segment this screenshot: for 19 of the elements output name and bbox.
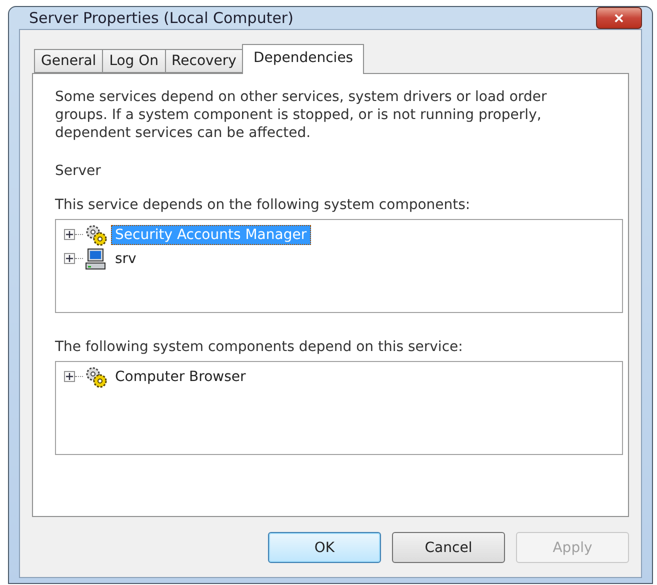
expand-icon[interactable] (64, 253, 75, 264)
expand-icon[interactable] (64, 371, 75, 382)
tab[interactable]: Recovery (164, 49, 244, 73)
component-tree[interactable]: Computer Browser (55, 360, 623, 455)
description-text: Some services depend on other services, system drivers or load order groups. If a system component is stopped, or is not running properly, dependent services can be affected. (55, 88, 548, 143)
dialog-button[interactable]: OK (268, 532, 381, 563)
tree-item[interactable]: srv (111, 248, 140, 269)
dependents-label: The following system components depend on this service: (55, 338, 464, 355)
tree-item[interactable]: Computer Browser (111, 366, 250, 387)
service-name: Server (55, 162, 102, 179)
tab[interactable]: Log On (102, 49, 166, 73)
tab[interactable]: Dependencies (242, 44, 364, 74)
component-tree[interactable]: Security Accounts Manager srv (55, 218, 623, 313)
tab[interactable]: General (34, 49, 104, 73)
dialog-button[interactable]: Cancel (392, 532, 505, 563)
close-button[interactable]: ✕ (596, 7, 642, 29)
window-title: Server Properties (Local Computer) (28, 9, 294, 27)
expand-icon[interactable] (64, 229, 75, 240)
depends-on-label: This service depends on the following system components: (55, 196, 472, 213)
